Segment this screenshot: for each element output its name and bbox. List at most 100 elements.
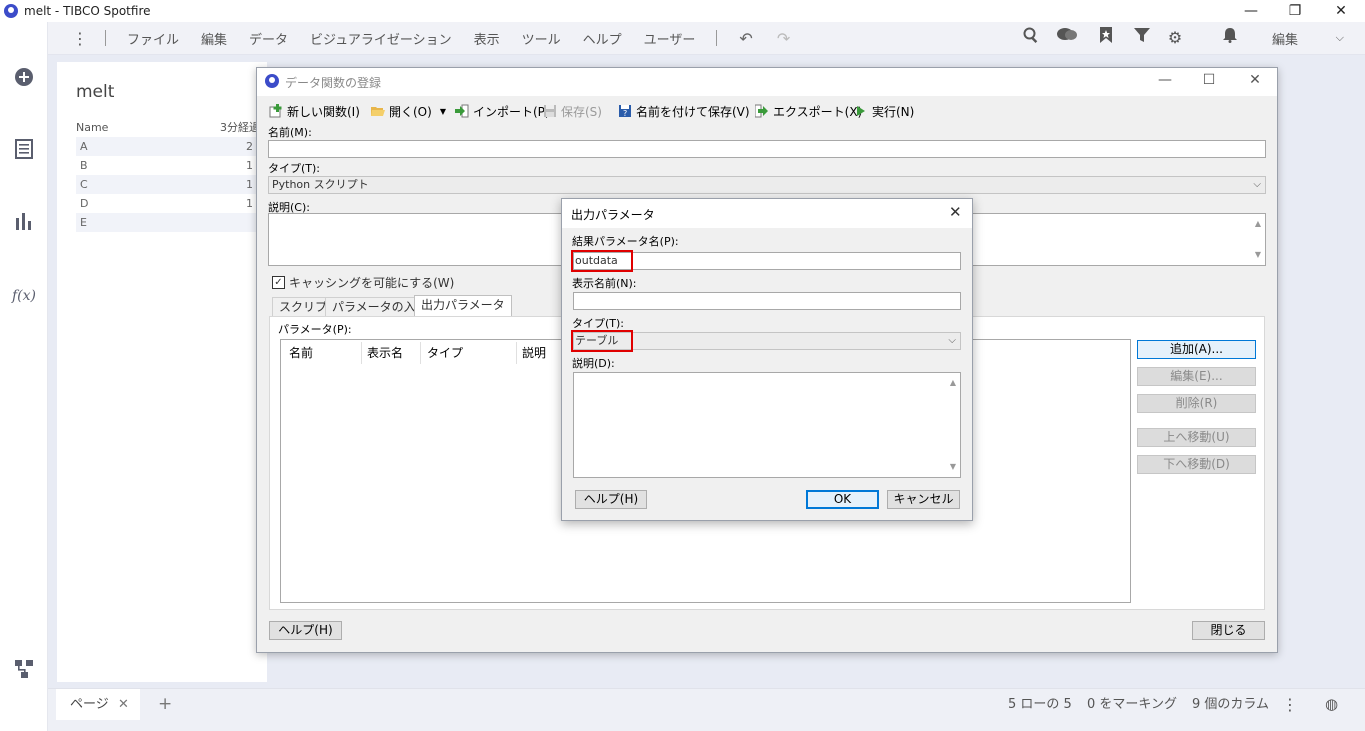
save-button[interactable]: 保存(S): [543, 102, 602, 120]
menu-edit[interactable]: 編集: [190, 29, 238, 48]
type-label: タイプ(T):: [268, 162, 321, 175]
more-menu-icon[interactable]: ⋮: [71, 29, 89, 48]
table-visualization[interactable]: melt Name 3分経過 A 2 B 1 C 1 D 1 E: [57, 62, 267, 682]
column-header-description[interactable]: 説明: [522, 340, 546, 366]
dialog-minimize-icon[interactable]: —: [1153, 72, 1177, 88]
result-parameter-input[interactable]: outdata: [571, 250, 961, 272]
hierarchy-icon[interactable]: [12, 659, 36, 683]
new-function-label: 新しい関数(I): [287, 104, 360, 119]
table-row[interactable]: E: [76, 213, 266, 232]
output-parameter-dialog: 出力パラメータ ✕ 結果パラメータ名(P): outdata 表示名前(N): …: [561, 198, 973, 521]
data-function-icon[interactable]: f(x): [12, 284, 36, 308]
export-button[interactable]: エクスポート(X): [754, 102, 863, 120]
menu-tools[interactable]: ツール: [511, 29, 572, 48]
add-icon[interactable]: [12, 67, 36, 91]
column-separator: [361, 342, 362, 364]
display-name-label: 表示名前(N):: [572, 277, 637, 290]
settings-gear-icon[interactable]: ⚙: [1164, 27, 1186, 49]
scroll-up-icon[interactable]: ▲: [1255, 216, 1261, 232]
spotfire-logo-icon: [4, 4, 18, 18]
move-down-button[interactable]: 下へ移動(D): [1137, 455, 1256, 474]
column-header-name[interactable]: Name: [76, 121, 108, 134]
menu-visualization[interactable]: ビジュアライゼーション: [299, 29, 463, 48]
column-header-value[interactable]: 3分経過: [220, 118, 260, 137]
mode-value: 編集: [1272, 32, 1299, 48]
search-icon[interactable]: [1020, 27, 1042, 49]
tab-output-parameters[interactable]: 出力パラメータ: [414, 295, 512, 317]
row-name: B: [80, 159, 88, 172]
table-row[interactable]: C 1: [76, 175, 266, 194]
output-type-select[interactable]: テーブル ⌵: [571, 330, 961, 352]
new-function-button[interactable]: 新しい関数(I): [269, 102, 360, 120]
menu-help[interactable]: ヘルプ: [572, 29, 633, 48]
comments-icon[interactable]: [1056, 27, 1078, 49]
close-button[interactable]: 閉じる: [1192, 621, 1265, 640]
save-as-button[interactable]: ? 名前を付けて保存(V): [618, 102, 750, 120]
close-icon[interactable]: ✕: [1318, 0, 1364, 22]
status-more-icon[interactable]: ⋮: [1282, 689, 1298, 720]
row-value: 1: [246, 197, 253, 210]
menu-user[interactable]: ユーザー: [633, 29, 707, 48]
svg-text:?: ?: [623, 109, 627, 118]
notifications-bell-icon[interactable]: [1219, 27, 1241, 49]
row-value: 1: [246, 159, 253, 172]
mode-dropdown[interactable]: 編集 ⌵: [1260, 27, 1356, 49]
left-rail: f(x): [0, 22, 48, 731]
minimize-icon[interactable]: —: [1228, 0, 1274, 22]
output-description-textarea[interactable]: ▲ ▼: [573, 372, 961, 478]
restore-icon[interactable]: ❐: [1272, 0, 1318, 22]
table-row[interactable]: B 1: [76, 156, 266, 175]
type-select[interactable]: Python スクリプト ⌵: [268, 176, 1266, 194]
visualization-title: melt: [76, 82, 115, 102]
import-button[interactable]: インポート(P): [455, 102, 550, 120]
move-up-button[interactable]: 上へ移動(U): [1137, 428, 1256, 447]
cancel-button[interactable]: キャンセル: [887, 490, 960, 509]
output-dialog-close-icon[interactable]: ✕: [949, 203, 962, 221]
filter-icon[interactable]: [1131, 27, 1153, 49]
run-button[interactable]: 実行(N): [854, 102, 914, 120]
menu-separator: [716, 30, 718, 46]
add-page-icon[interactable]: +: [158, 689, 172, 720]
menu-view[interactable]: 表示: [463, 29, 511, 48]
save-as-icon: ?: [618, 104, 632, 118]
bookmark-icon[interactable]: [1095, 27, 1117, 49]
column-header-display-name[interactable]: 表示名: [367, 340, 403, 366]
dialog-maximize-icon[interactable]: ☐: [1197, 72, 1221, 88]
data-table-icon[interactable]: [12, 139, 36, 163]
export-label: エクスポート(X): [773, 104, 863, 119]
run-icon: [854, 104, 868, 118]
delete-parameter-button[interactable]: 削除(R): [1137, 394, 1256, 413]
add-parameter-button[interactable]: 追加(A)...: [1137, 340, 1256, 359]
help-button[interactable]: ヘルプ(H): [269, 621, 342, 640]
column-header-type[interactable]: タイプ: [427, 340, 463, 366]
table-row[interactable]: D 1: [76, 194, 266, 213]
page-tab[interactable]: ページ ✕: [56, 689, 140, 720]
dropdown-arrow-icon[interactable]: ▼: [440, 107, 446, 116]
row-name: E: [80, 216, 87, 229]
scroll-down-icon[interactable]: ▼: [1255, 247, 1261, 263]
visualization-icon[interactable]: [12, 212, 36, 236]
save-as-label: 名前を付けて保存(V): [636, 104, 750, 119]
name-label: 名前(M):: [268, 126, 312, 139]
scroll-up-icon[interactable]: ▲: [950, 375, 956, 391]
chevron-down-icon: ⌵: [948, 335, 956, 346]
open-button[interactable]: 開く(O) ▼: [371, 102, 446, 120]
name-input[interactable]: [268, 140, 1266, 158]
menu-data[interactable]: データ: [238, 29, 299, 48]
undo-icon[interactable]: ↶: [739, 29, 752, 48]
menu-file[interactable]: ファイル: [116, 29, 190, 48]
dialog-close-icon[interactable]: ✕: [1243, 72, 1267, 88]
table-row[interactable]: A 2: [76, 137, 266, 156]
caching-checkbox-row[interactable]: ✓ キャッシングを可能にする(W): [272, 274, 454, 291]
caching-checkbox[interactable]: ✓: [272, 276, 285, 289]
scroll-down-icon[interactable]: ▼: [950, 459, 956, 475]
column-header-name[interactable]: 名前: [289, 340, 313, 366]
display-name-input[interactable]: [573, 292, 961, 310]
close-page-icon[interactable]: ✕: [118, 689, 129, 720]
redo-icon[interactable]: ↷: [777, 29, 790, 48]
output-help-button[interactable]: ヘルプ(H): [575, 490, 647, 509]
globe-icon[interactable]: ◍: [1325, 689, 1338, 720]
ok-button[interactable]: OK: [806, 490, 879, 509]
edit-parameter-button[interactable]: 編集(E)...: [1137, 367, 1256, 386]
output-dialog-title-bar: 出力パラメータ ✕: [562, 199, 972, 228]
